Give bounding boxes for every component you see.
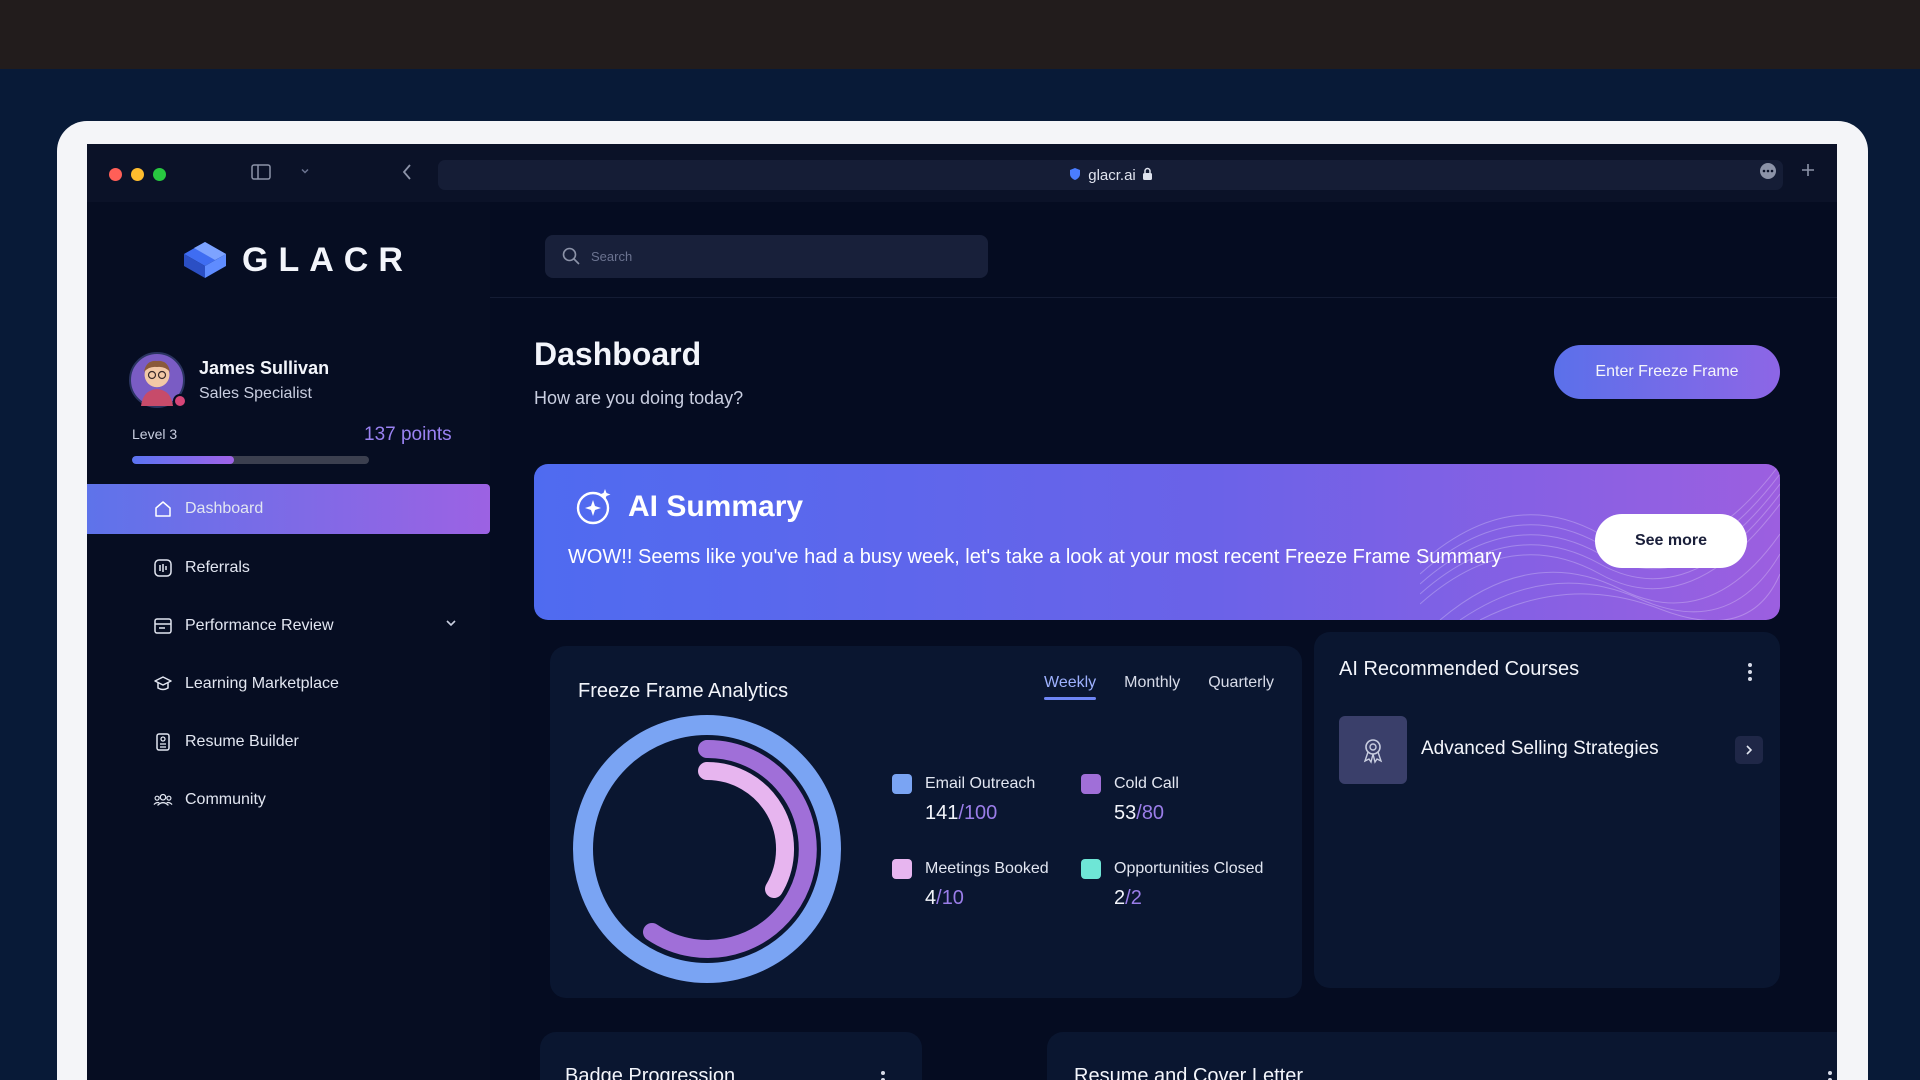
badge-progression-card: Badge Progression	[540, 1032, 922, 1080]
address-bar[interactable]: glacr.ai	[438, 160, 1783, 190]
legend-label: Cold Call	[1114, 775, 1179, 792]
resume-more-icon[interactable]	[1820, 1068, 1837, 1080]
user-level: Level 3	[132, 426, 178, 442]
tab-monthly[interactable]: Monthly	[1110, 674, 1194, 700]
window-minimize-button[interactable]	[131, 168, 144, 181]
analytics-tabs: Weekly Monthly Quarterly	[1030, 674, 1288, 700]
legend-label: Meetings Booked	[925, 860, 1049, 877]
site-shield-icon	[1068, 167, 1082, 184]
sidebar: GLACR James Sullivan Sales Specialist Le…	[87, 202, 490, 1080]
courses-title: AI Recommended Courses	[1339, 658, 1580, 680]
page-subtitle: How are you doing today?	[534, 388, 744, 408]
sidebar-item-label: Performance Review	[185, 617, 334, 634]
home-icon	[153, 499, 173, 519]
course-item[interactable]: Advanced Selling Strategies	[1339, 716, 1763, 784]
main-content: Dashboard How are you doing today? Enter…	[490, 202, 1837, 1080]
glacr-logo-icon	[182, 240, 228, 280]
legend-value: 53/80	[1114, 802, 1165, 824]
app-logo[interactable]: GLACR	[182, 240, 413, 280]
top-strip	[0, 0, 1920, 69]
window-close-button[interactable]	[109, 168, 122, 181]
user-points: 137 points	[364, 424, 452, 445]
legend-swatch	[1081, 859, 1101, 879]
new-tab-icon[interactable]	[1797, 161, 1819, 183]
sidebar-toggle-icon[interactable]	[251, 164, 271, 185]
sidebar-nav: Dashboard Referrals Performance Review L…	[87, 484, 490, 825]
user-role: Sales Specialist	[199, 385, 312, 402]
ai-recommended-courses-card: AI Recommended Courses Advanced Selling …	[1314, 632, 1780, 988]
calendar-icon	[153, 616, 173, 636]
donut-ring-meetings-booked	[698, 762, 795, 898]
sidebar-item-label: Community	[185, 791, 266, 808]
legend-value: 4/10	[925, 887, 964, 909]
sidebar-item-learning-marketplace[interactable]: Learning Marketplace	[87, 659, 490, 709]
level-progress-fill	[132, 456, 234, 464]
chevron-right-icon[interactable]	[1735, 736, 1763, 764]
badge-more-icon[interactable]	[873, 1068, 893, 1080]
resume-cover-letter-card: Resume and Cover Letter	[1047, 1032, 1837, 1080]
legend-value: 2/2	[1114, 887, 1142, 909]
sidebar-item-community[interactable]: Community	[87, 775, 490, 825]
tab-weekly[interactable]: Weekly	[1030, 674, 1110, 700]
more-options-icon[interactable]	[1757, 161, 1779, 183]
screen: glacr.ai GLACR James Sullivan Sales Spec…	[87, 144, 1837, 1080]
sidebar-item-resume-builder[interactable]: Resume Builder	[87, 717, 490, 767]
sidebar-item-referrals[interactable]: Referrals	[87, 543, 490, 593]
sidebar-item-label: Resume Builder	[185, 733, 299, 750]
browser-chrome: glacr.ai	[87, 144, 1837, 202]
lock-icon	[1142, 167, 1153, 184]
sidebar-item-performance-review[interactable]: Performance Review	[87, 601, 490, 651]
sidebar-item-label: Learning Marketplace	[185, 675, 339, 692]
freeze-frame-analytics-card: Freeze Frame Analytics Weekly Monthly Qu…	[550, 646, 1302, 998]
analytics-title: Freeze Frame Analytics	[578, 680, 789, 702]
chevron-down-icon[interactable]	[299, 164, 311, 182]
legend-swatch	[892, 774, 912, 794]
legend-swatch	[1081, 774, 1101, 794]
course-badge-icon	[1339, 716, 1407, 784]
document-icon	[153, 732, 173, 752]
analytics-donut-chart	[573, 715, 841, 983]
resume-cover-letter-title: Resume and Cover Letter	[1074, 1065, 1304, 1080]
ai-sparkle-icon	[574, 486, 614, 533]
sidebar-item-label: Referrals	[185, 559, 250, 576]
badge-progression-title: Badge Progression	[565, 1065, 736, 1080]
graduation-icon	[153, 674, 173, 694]
courses-more-icon[interactable]	[1740, 660, 1760, 684]
search-input[interactable]	[545, 235, 988, 278]
user-name: James Sullivan	[199, 358, 330, 378]
tab-quarterly[interactable]: Quarterly	[1194, 674, 1288, 700]
sidebar-item-label: Dashboard	[185, 500, 264, 517]
logo-text: GLACR	[242, 240, 413, 279]
people-icon	[153, 790, 173, 810]
window-maximize-button[interactable]	[153, 168, 166, 181]
top-bar	[490, 202, 1837, 298]
sidebar-item-dashboard[interactable]: Dashboard	[87, 484, 490, 534]
search-icon	[561, 246, 581, 271]
ai-summary-title: AI Summary	[628, 490, 804, 523]
course-name: Advanced Selling Strategies	[1421, 738, 1659, 759]
legend-value: 141/100	[925, 802, 998, 824]
page-title: Dashboard	[534, 336, 702, 372]
referrals-icon	[153, 558, 173, 578]
ai-summary-text: WOW!! Seems like you've had a busy week,…	[568, 546, 1502, 568]
chevron-down-icon[interactable]	[444, 616, 458, 635]
see-more-button[interactable]: See more	[1595, 514, 1747, 568]
url-text: glacr.ai	[1088, 166, 1136, 184]
back-icon[interactable]	[401, 163, 413, 186]
legend-label: Opportunities Closed	[1114, 860, 1264, 877]
enter-freeze-frame-button[interactable]: Enter Freeze Frame	[1554, 345, 1780, 399]
ai-summary-banner: AI Summary WOW!! Seems like you've had a…	[534, 464, 1780, 620]
legend-swatch	[892, 859, 912, 879]
legend-label: Email Outreach	[925, 775, 1036, 792]
level-progress-bar	[132, 456, 369, 464]
status-badge	[173, 394, 187, 408]
